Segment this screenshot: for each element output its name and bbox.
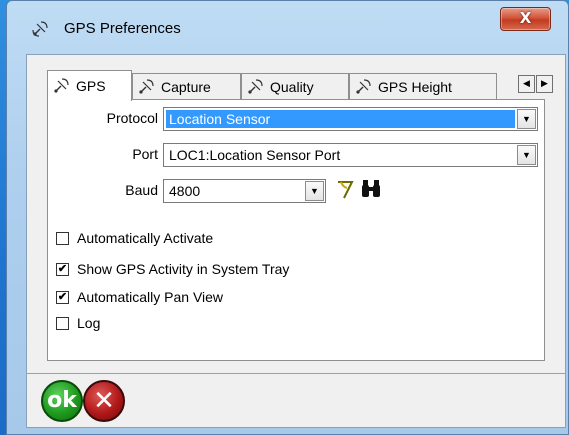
- option-label: Automatically Pan View: [77, 289, 224, 305]
- window-title: GPS Preferences: [64, 20, 181, 37]
- divider: [27, 373, 565, 374]
- option-label: Log: [77, 315, 101, 331]
- gps-satellite-icon: [248, 78, 263, 94]
- chevron-down-icon[interactable]: ▼: [517, 145, 536, 165]
- tab-scroll-right-button[interactable]: ▶: [536, 75, 553, 93]
- gps-satellite-icon: [32, 21, 48, 37]
- port-label: Port: [132, 146, 158, 162]
- tab-gps-height-label: GPS Height: [378, 78, 452, 95]
- close-icon: ✕: [93, 386, 115, 416]
- tab-scroll-buttons: ◀ ▶: [518, 75, 554, 97]
- chevron-down-icon[interactable]: ▼: [517, 109, 536, 129]
- option-label: Show GPS Activity in System Tray: [77, 261, 290, 277]
- port-select[interactable]: LOC1:Location Sensor Port ▼: [163, 143, 538, 167]
- tab-capture-label: Capture: [161, 78, 211, 95]
- tab-gps[interactable]: GPS: [47, 70, 132, 101]
- tab-capture[interactable]: Capture: [132, 73, 241, 99]
- tab-gps-label: GPS: [76, 78, 106, 94]
- option-label: Automatically Activate: [77, 230, 214, 246]
- title-bar[interactable]: GPS Preferences X: [7, 1, 568, 49]
- gps-satellite-icon: [54, 78, 69, 93]
- show-gps-activity-checkbox[interactable]: ✔: [56, 262, 69, 276]
- protocol-label: Protocol: [106, 110, 158, 126]
- cancel-button[interactable]: ✕: [83, 380, 125, 422]
- close-icon: X: [519, 9, 532, 27]
- ok-label: ok: [47, 388, 77, 413]
- option-show-gps-activity[interactable]: ✔ Show GPS Activity in System Tray: [56, 259, 289, 279]
- chevron-down-icon[interactable]: ▼: [305, 181, 324, 201]
- tab-scroll-left-button[interactable]: ◀: [518, 75, 535, 93]
- gps-satellite-icon: [356, 78, 371, 94]
- baud-select[interactable]: 4800 ▼: [163, 179, 326, 203]
- gps-preferences-window: GPS Preferences X GPS Capture Quality GP…: [6, 0, 569, 435]
- baud-value: 4800: [169, 183, 201, 199]
- option-log[interactable]: Log: [56, 313, 100, 333]
- binoculars-icon[interactable]: [360, 179, 382, 199]
- antenna-icon[interactable]: [334, 178, 356, 200]
- automatically-pan-view-checkbox[interactable]: ✔: [56, 290, 69, 304]
- gps-satellite-icon: [139, 78, 154, 94]
- log-checkbox[interactable]: [56, 316, 69, 330]
- option-automatically-activate[interactable]: Automatically Activate: [56, 228, 213, 248]
- protocol-value: Location Sensor: [166, 110, 515, 128]
- gps-tab-panel: Protocol Location Sensor ▼ Port LOC1:Loc…: [47, 99, 545, 361]
- automatically-activate-checkbox[interactable]: [56, 231, 69, 245]
- option-automatically-pan-view[interactable]: ✔ Automatically Pan View: [56, 287, 223, 307]
- ok-button[interactable]: ok: [41, 380, 83, 422]
- dialog-client-area: GPS Capture Quality GPS Height ◀ ▶ Proto…: [26, 54, 566, 428]
- protocol-select[interactable]: Location Sensor ▼: [163, 107, 538, 131]
- tab-quality-label: Quality: [270, 78, 314, 95]
- close-button[interactable]: X: [500, 7, 551, 31]
- baud-label: Baud: [125, 182, 158, 198]
- tab-quality[interactable]: Quality: [241, 73, 349, 99]
- tab-gps-height[interactable]: GPS Height: [349, 73, 497, 99]
- port-value: LOC1:Location Sensor Port: [169, 147, 341, 163]
